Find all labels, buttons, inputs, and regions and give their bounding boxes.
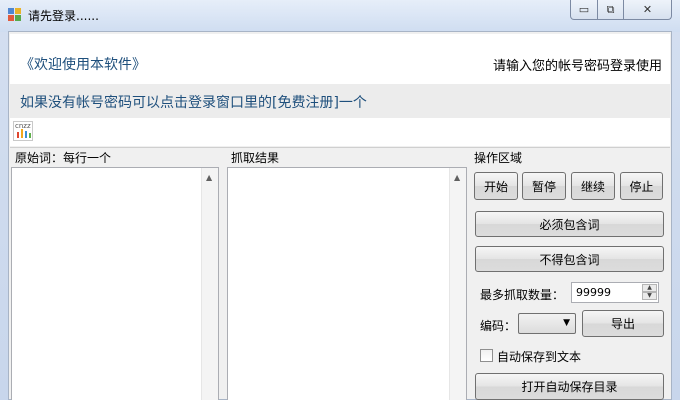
- minimize-icon: ▭: [578, 3, 590, 16]
- result-textarea[interactable]: ▲: [227, 167, 467, 400]
- stop-button[interactable]: 停止: [620, 172, 663, 200]
- window-controls: ▭ ⧉ ✕: [570, 0, 672, 20]
- header-panel: 《欢迎使用本软件》 请输入您的帐号密码登录使用 如果没有帐号密码可以点击登录窗口…: [10, 34, 670, 146]
- start-button[interactable]: 开始: [474, 172, 518, 200]
- close-button[interactable]: ✕: [624, 0, 672, 20]
- source-words-scrollbar[interactable]: ▲: [201, 168, 218, 400]
- export-button[interactable]: 导出: [582, 310, 664, 337]
- register-notice[interactable]: 如果没有帐号密码可以点击登录窗口里的[免费注册]一个: [20, 92, 367, 112]
- scroll-up-arrow-icon[interactable]: ▲: [454, 173, 460, 182]
- spin-buttons[interactable]: ▲ ▼: [642, 284, 657, 301]
- result-label: 抓取结果: [231, 151, 280, 165]
- close-icon: ✕: [642, 3, 653, 16]
- login-hint: 请输入您的帐号密码登录使用: [492, 59, 662, 74]
- encoding-label: 编码：: [480, 319, 517, 333]
- title-bar[interactable]: 请先登录...... ▭ ⧉ ✕: [0, 0, 680, 32]
- max-count-label: 最多抓取数量：: [480, 288, 565, 302]
- operations-label: 操作区域: [474, 151, 523, 165]
- restore-button[interactable]: ⧉: [598, 0, 624, 20]
- must-exclude-button[interactable]: 不得包含词: [475, 246, 664, 272]
- spin-down-icon[interactable]: ▼: [642, 292, 657, 300]
- app-icon: [8, 8, 22, 22]
- max-count-stepper[interactable]: 99999 ▲ ▼: [571, 282, 659, 303]
- welcome-text: 《欢迎使用本软件》: [20, 57, 146, 73]
- autosave-label: 自动保存到文本: [497, 350, 582, 364]
- must-include-button[interactable]: 必须包含词: [475, 211, 664, 237]
- encoding-select[interactable]: ▼: [518, 313, 576, 334]
- restore-icon: ⧉: [606, 2, 615, 16]
- source-words-textarea[interactable]: ▲: [11, 167, 219, 400]
- spin-up-icon[interactable]: ▲: [642, 284, 657, 292]
- source-words-label: 原始词：每行一个: [15, 151, 112, 165]
- open-autosave-dir-button[interactable]: 打开自动保存目录: [475, 373, 664, 400]
- result-scrollbar[interactable]: ▲: [449, 168, 466, 400]
- notice-band: 如果没有帐号密码可以点击登录窗口里的[免费注册]一个: [10, 84, 670, 118]
- cnzz-stats-icon[interactable]: cnzz: [13, 121, 33, 141]
- minimize-button[interactable]: ▭: [570, 0, 598, 20]
- resume-button[interactable]: 继续: [571, 172, 615, 200]
- scroll-up-arrow-icon[interactable]: ▲: [206, 173, 212, 182]
- dropdown-arrow-icon: ▼: [563, 318, 570, 328]
- window-title: 请先登录......: [28, 9, 99, 23]
- header-divider: [10, 147, 670, 148]
- max-count-value: 99999: [576, 286, 611, 299]
- autosave-checkbox[interactable]: [480, 349, 493, 362]
- pause-button[interactable]: 暂停: [522, 172, 566, 200]
